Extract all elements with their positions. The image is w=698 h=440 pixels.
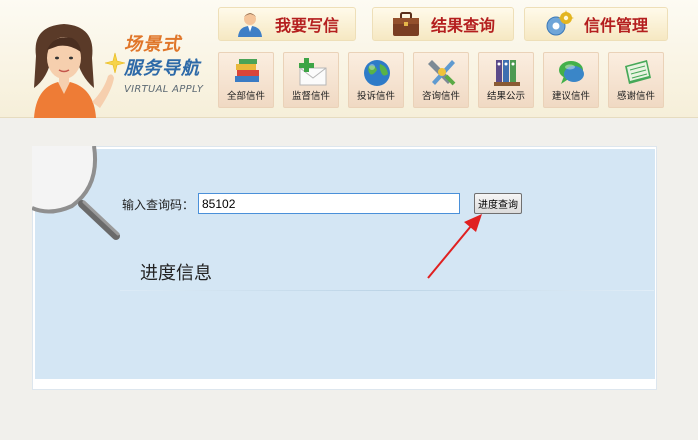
envelope-plus-icon — [299, 58, 327, 86]
notebook-icon — [625, 60, 651, 84]
category-all-letters[interactable]: 全部信件 — [218, 52, 274, 108]
category-label: 投诉信件 — [356, 91, 395, 102]
sparkle-icon — [104, 52, 126, 74]
brand-title-line2: 服务导航 — [124, 58, 200, 79]
globe-icon — [364, 60, 390, 86]
result-query-button[interactable]: 结果查询 — [372, 7, 514, 41]
gear-icon — [546, 10, 574, 36]
result-query-label: 结果查询 — [430, 16, 495, 35]
query-panel-body — [35, 149, 655, 379]
chat-bubble-icon — [559, 61, 584, 84]
category-label: 监督信件 — [291, 91, 330, 102]
category-label: 全部信件 — [226, 91, 265, 102]
binders-icon — [494, 60, 520, 86]
brand-title-line1: 场景式 — [124, 34, 181, 55]
progress-info-title: 进度信息 — [140, 263, 212, 284]
category-label: 感谢信件 — [616, 91, 655, 102]
books-icon — [235, 59, 259, 82]
header-banner: 场景式 服务导航 VIRTUAL APPLY 我要写信 结果查询 信件管理 全部… — [0, 0, 698, 118]
category-label: 咨询信件 — [421, 91, 460, 102]
brand-subtitle: VIRTUAL APPLY — [124, 84, 204, 95]
category-thanks-letters[interactable]: 感谢信件 — [608, 52, 664, 108]
briefcase-icon — [392, 12, 419, 36]
category-complaint-letters[interactable]: 投诉信件 — [348, 52, 404, 108]
letter-management-button[interactable]: 信件管理 — [524, 7, 668, 41]
annotation-arrow — [427, 214, 482, 279]
progress-divider — [120, 290, 654, 291]
category-consultation-letters[interactable]: 咨询信件 — [413, 52, 469, 108]
category-label: 结果公示 — [486, 91, 525, 102]
write-letter-button[interactable]: 我要写信 — [218, 7, 356, 41]
write-letter-label: 我要写信 — [274, 16, 339, 35]
category-supervision-letters[interactable]: 监督信件 — [283, 52, 339, 108]
category-result-publicity[interactable]: 结果公示 — [478, 52, 534, 108]
person-icon — [237, 13, 262, 37]
category-suggestion-letters[interactable]: 建议信件 — [543, 52, 599, 108]
letter-management-label: 信件管理 — [583, 16, 648, 35]
magnifier-icon — [32, 146, 120, 240]
query-code-label: 输入查询码： — [122, 198, 195, 212]
category-label: 建议信件 — [551, 91, 590, 102]
tools-icon — [428, 60, 456, 86]
